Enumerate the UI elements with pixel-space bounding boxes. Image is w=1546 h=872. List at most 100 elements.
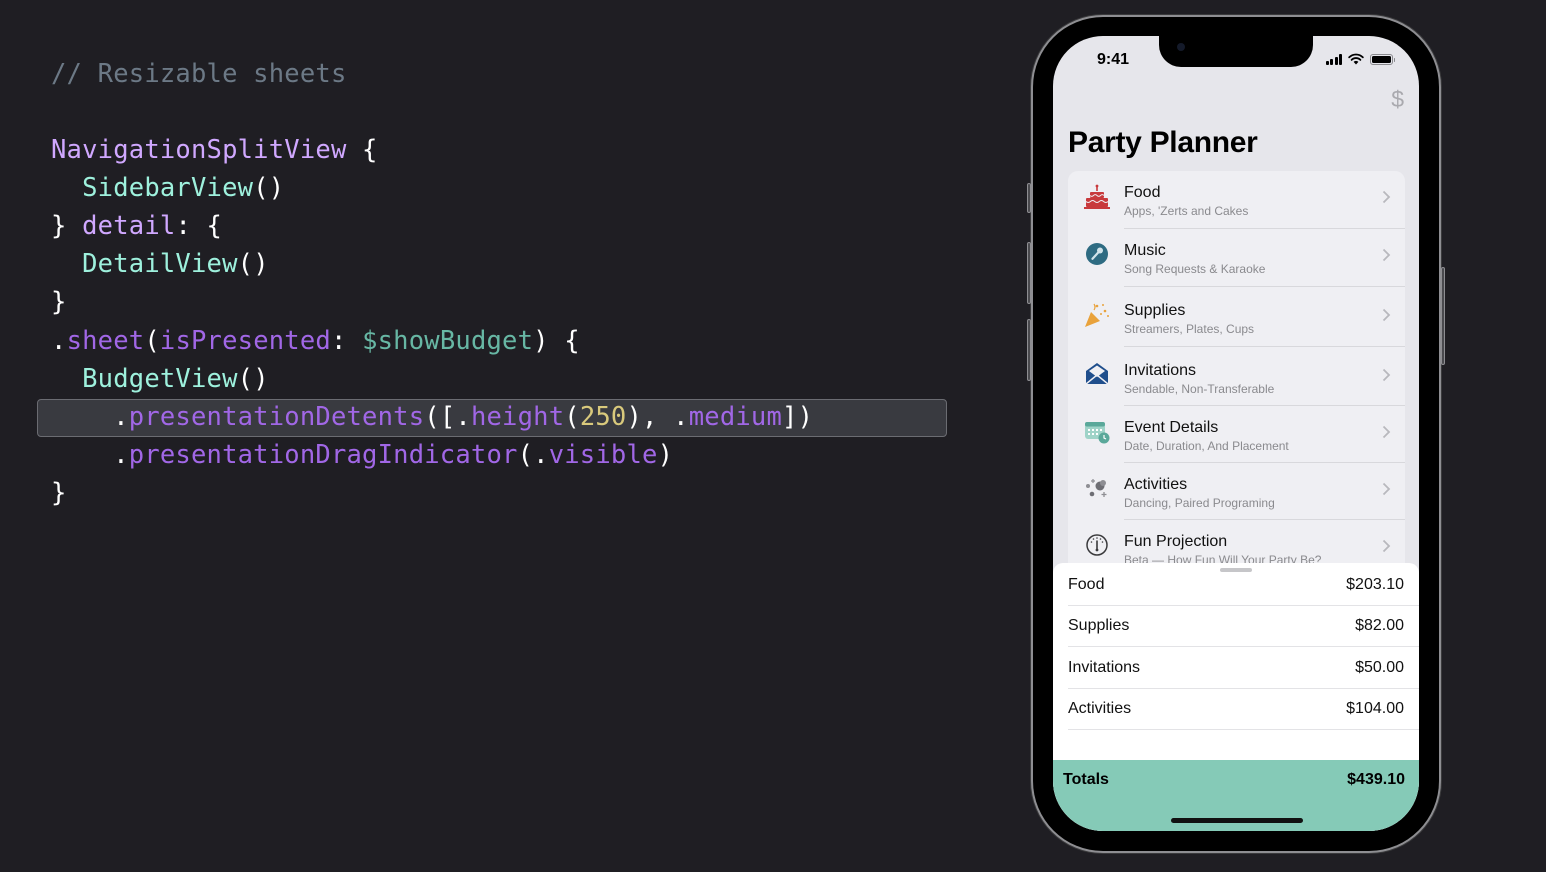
code-token-plain: : (330, 326, 363, 356)
code-token-plain: { (346, 135, 378, 165)
code-token-plain: (. (517, 440, 549, 470)
code-token-plain: } (51, 287, 67, 317)
code-token-plain: ([. (424, 402, 471, 432)
list-item-invitations[interactable]: Invitations Sendable, Non-Transferable (1068, 347, 1405, 406)
code-token-num: 250 (579, 402, 627, 432)
code-token-plain: ) (657, 440, 674, 470)
code-token-plain: } (51, 478, 67, 508)
code-line: BudgetView() (51, 360, 269, 398)
code-token-plain: ]) (782, 402, 814, 432)
budget-value: $50.00 (1355, 659, 1404, 676)
home-indicator[interactable] (1171, 818, 1303, 823)
battery-icon (1370, 54, 1395, 65)
separator (1068, 646, 1419, 647)
budget-row-supplies: Supplies $82.00 (1068, 606, 1419, 647)
code-line: // Resizable sheets (51, 55, 347, 93)
list-item-event-details[interactable]: Event Details Date, Duration, And Placem… (1068, 406, 1405, 463)
code-token-plain: . (51, 326, 67, 356)
gauge-icon (1086, 534, 1108, 556)
front-camera (1177, 43, 1185, 51)
code-line: .sheet(isPresented: $showBudget) { (51, 322, 580, 360)
budget-row-activities: Activities $104.00 (1068, 689, 1419, 730)
birthday-cake-icon (1084, 184, 1110, 209)
microphone-icon (1086, 243, 1108, 265)
code-panel: // Resizable sheets NavigationSplitView {… (0, 0, 980, 872)
row-subtitle: Streamers, Plates, Cups (1124, 322, 1255, 336)
code-token-type: NavigationSplitView (51, 135, 347, 165)
row-subtitle: Date, Duration, And Placement (1124, 439, 1289, 453)
chevron-right-icon (1382, 248, 1391, 262)
code-line: SidebarView() (51, 169, 284, 207)
mute-switch (1027, 183, 1031, 213)
code-line: } (51, 474, 67, 512)
phone-screen: 9:41 $ Party Planner Food Apps, 'Zerts a… (1053, 36, 1419, 831)
row-title: Event Details (1124, 419, 1219, 436)
row-title: Activities (1124, 476, 1188, 493)
volume-down-button (1027, 319, 1031, 381)
notch (1159, 36, 1313, 67)
code-token-plain: : { (175, 211, 223, 241)
code-token-plain: } (51, 211, 83, 241)
wifi-icon (1348, 53, 1364, 65)
budget-row-invitations: Invitations $50.00 (1068, 648, 1419, 689)
code-token-view: SidebarView (82, 173, 254, 203)
chevron-right-icon (1382, 308, 1391, 322)
status-icons (1325, 53, 1395, 65)
row-title: Supplies (1124, 302, 1186, 319)
code-token-plain: ) { (533, 326, 580, 356)
code-line: .presentationDragIndicator(.visible) (51, 436, 673, 474)
nav-title: Party Planner (1068, 126, 1258, 159)
list-item-food[interactable]: Food Apps, 'Zerts and Cakes (1068, 171, 1405, 229)
code-line: } (51, 283, 67, 321)
row-subtitle: Sendable, Non-Transferable (1124, 382, 1275, 396)
chevron-right-icon (1382, 368, 1391, 382)
list-item-activities[interactable]: Activities Dancing, Paired Programing (1068, 463, 1405, 520)
code-token-plain: () (237, 364, 269, 394)
row-title: Food (1124, 184, 1161, 201)
row-title: Music (1124, 242, 1166, 259)
chevron-right-icon (1382, 190, 1391, 204)
chevron-right-icon (1382, 539, 1391, 553)
code-line: DetailView() (51, 245, 269, 283)
budget-row-food: Food $203.10 (1068, 565, 1419, 606)
budget-value: $203.10 (1346, 576, 1404, 593)
chevron-right-icon (1382, 482, 1391, 496)
code-token-plain: ), . (626, 402, 689, 432)
row-subtitle: Apps, 'Zerts and Cakes (1124, 204, 1249, 218)
chevron-right-icon (1382, 425, 1391, 439)
code-token-view: DetailView (82, 249, 238, 279)
power-button (1441, 267, 1445, 365)
code-token-kw: detail (82, 211, 176, 241)
code-token-method: presentationDetents (128, 402, 425, 432)
party-popper-icon (1085, 303, 1109, 327)
code-token-method: height (470, 402, 565, 432)
row-subtitle: Song Requests & Karaoke (1124, 262, 1266, 276)
code-token-plain: ( (564, 402, 580, 432)
code-token-comment: // Resizable sheets (51, 59, 347, 89)
code-token-method: visible (548, 440, 658, 470)
code-token-method: sheet (66, 326, 145, 356)
list-item-supplies[interactable]: Supplies Streamers, Plates, Cups (1068, 287, 1405, 347)
budget-label: Activities (1068, 700, 1132, 717)
code-token-plain: () (237, 249, 269, 279)
sparkle-dots-icon (1086, 479, 1107, 497)
code-token-var: $showBudget (362, 326, 534, 356)
calendar-clock-icon (1085, 422, 1110, 444)
budget-label: Supplies (1068, 617, 1130, 634)
code-token-view: BudgetView (82, 364, 238, 394)
dollar-sign-icon[interactable]: $ (1391, 86, 1404, 113)
separator (1068, 729, 1419, 730)
code-token-method: presentationDragIndicator (128, 440, 518, 470)
code-line: .presentationDetents([.height(250), .med… (51, 398, 813, 436)
budget-label: Invitations (1068, 659, 1141, 676)
budget-value: $104.00 (1346, 700, 1404, 717)
volume-up-button (1027, 242, 1031, 304)
row-title: Fun Projection (1124, 533, 1228, 550)
list-item-music[interactable]: Music Song Requests & Karaoke (1068, 229, 1405, 287)
code-line: } detail: { (51, 207, 222, 245)
row-title: Invitations (1124, 362, 1197, 379)
category-list: Food Apps, 'Zerts and Cakes Music Song R… (1068, 171, 1405, 591)
